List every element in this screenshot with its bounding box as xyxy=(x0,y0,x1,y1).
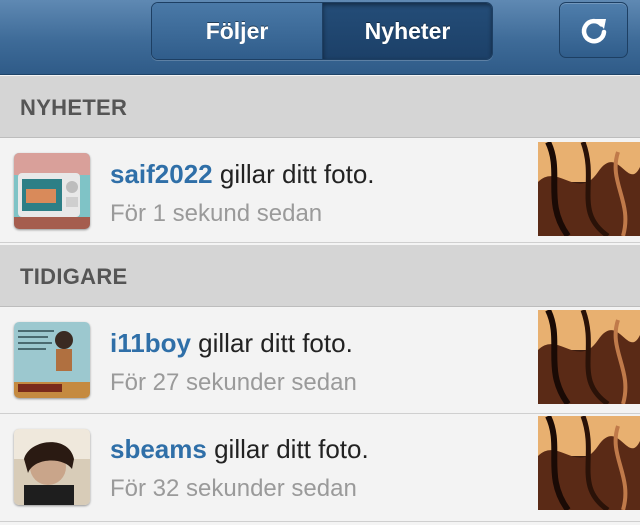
notification-text: i11boy gillar ditt foto. xyxy=(110,328,353,359)
photo-thumbnail[interactable] xyxy=(538,310,640,404)
notification-action: gillar ditt foto. xyxy=(198,328,353,358)
photo-thumbnail-image xyxy=(538,310,640,404)
avatar[interactable] xyxy=(14,153,90,229)
top-nav-bar: Följer Nyheter xyxy=(0,0,640,75)
notification-time: För 27 sekunder sedan xyxy=(110,369,357,396)
photo-thumbnail-image xyxy=(538,416,640,510)
notification-row[interactable]: sbeams gillar ditt foto. För 32 sekunder… xyxy=(0,414,640,522)
photo-thumbnail-image xyxy=(538,142,640,236)
segmented-control: Följer Nyheter xyxy=(151,2,493,60)
notification-row[interactable]: i11boy gillar ditt foto. För 27 sekunder… xyxy=(0,308,640,414)
notification-action: gillar ditt foto. xyxy=(219,159,375,189)
section-title: TIDIGARE xyxy=(20,264,128,289)
username-link[interactable]: saif2022 xyxy=(110,159,213,189)
notification-time: För 1 sekund sedan xyxy=(110,200,323,227)
notification-time: För 32 sekunder sedan xyxy=(110,475,357,502)
tab-news[interactable]: Nyheter xyxy=(323,3,492,59)
avatar-image-camera xyxy=(14,153,90,229)
photo-thumbnail[interactable] xyxy=(538,142,640,236)
username-link[interactable]: sbeams xyxy=(110,434,207,464)
avatar[interactable] xyxy=(14,322,90,398)
notification-row[interactable]: saif2022 gillar ditt foto. För 1 sekund … xyxy=(0,139,640,243)
refresh-icon xyxy=(581,18,606,44)
notification-text: saif2022 gillar ditt foto. xyxy=(110,159,375,190)
tab-following[interactable]: Följer xyxy=(152,3,323,59)
refresh-button[interactable] xyxy=(559,2,628,58)
section-title: NYHETER xyxy=(20,95,128,120)
notification-action: gillar ditt foto. xyxy=(214,434,369,464)
avatar[interactable] xyxy=(14,429,90,505)
username-link[interactable]: i11boy xyxy=(110,328,191,358)
avatar-image-person xyxy=(14,429,90,505)
notification-text: sbeams gillar ditt foto. xyxy=(110,434,369,465)
section-header-earlier: TIDIGARE xyxy=(0,245,640,307)
avatar-image-poster xyxy=(14,322,90,398)
section-header-news: NYHETER xyxy=(0,76,640,138)
photo-thumbnail[interactable] xyxy=(538,416,640,510)
